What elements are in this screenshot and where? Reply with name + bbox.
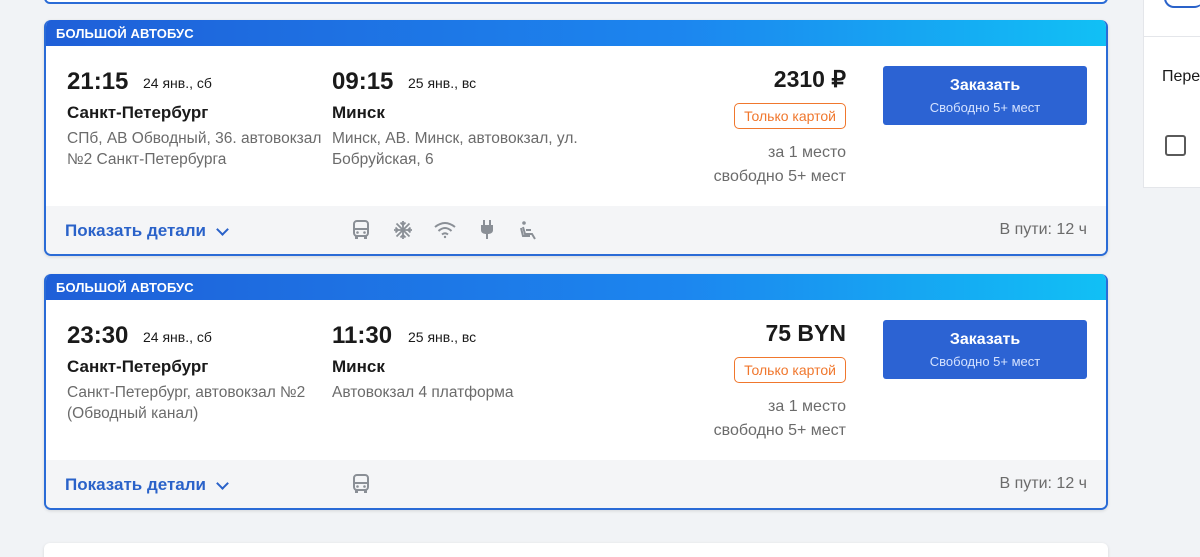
departure-time: 23:30 [67,322,129,349]
departure-address: СПб, АВ Обводный, 36. автовокзал №2 Санк… [67,130,322,168]
departure-city: Санкт-Петербург [67,103,209,122]
price: 2310 ₽ [773,66,846,92]
amenities-list [349,472,373,496]
show-details-label: Показать детали [65,475,207,494]
departure-time: 21:15 [67,68,129,95]
price: 75 BYN [765,320,846,346]
previous-trip-card [44,0,1108,4]
filter-divider [1144,36,1200,37]
departure-date: 24 янв., сб [143,329,212,345]
departure-city: Санкт-Петербург [67,357,209,376]
filter-label: Пере [1162,68,1200,85]
plug-icon [475,218,499,242]
show-details-link[interactable]: Показать детали [65,475,229,495]
filter-panel: Пере [1143,0,1200,188]
snowflake-icon [391,218,415,242]
trip-footer: Показать детали В пути: 12 ч [46,460,1106,508]
arrival-date: 25 янв., вс [408,75,477,91]
order-button-seats: Свободно 5+ мест [929,354,1041,369]
order-button-label: Заказать [949,77,1021,94]
trip-body: 23:30 24 янв., сб Санкт-Петербург Санкт-… [46,300,1106,460]
next-trip-card [44,543,1108,557]
arrival-address: Автовокзал 4 платформа [332,384,514,401]
wifi-icon [433,218,457,242]
per-seat-label: за 1 место [768,144,846,161]
bus-type-header: БОЛЬШОЙ АВТОБУС [46,274,1106,300]
order-button-label: Заказать [949,331,1021,348]
travel-time: В пути: 12 ч [999,221,1087,238]
trip-footer: Показать детали В пути: 12 ч [46,206,1106,254]
travel-time: В пути: 12 ч [999,475,1087,492]
departure-address: Санкт-Петербург, автовокзал №2 (Обводный… [67,384,306,422]
departure-date: 24 янв., сб [143,75,212,91]
bus-icon [349,218,373,242]
free-seats-label: свободно 5+ мест [713,168,846,185]
order-button[interactable]: Заказать Свободно 5+ мест [883,320,1087,379]
filter-checkbox[interactable] [1165,135,1186,156]
show-details-link[interactable]: Показать детали [65,221,229,241]
reclining-seat-icon [517,218,541,242]
bus-type-header: БОЛЬШОЙ АВТОБУС [46,20,1106,46]
card-only-badge: Только картой [734,357,846,383]
arrival-city: Минск [332,357,385,376]
arrival-time: 09:15 [332,68,394,95]
amenities-list [349,218,541,242]
chevron-down-icon [216,477,229,490]
trip-body: 21:15 24 янв., сб Санкт-Петербург СПб, А… [46,46,1106,206]
filter-pill-button[interactable] [1164,0,1200,8]
arrival-city: Минск [332,103,385,122]
order-button-seats: Свободно 5+ мест [929,100,1041,115]
free-seats-label: свободно 5+ мест [713,422,846,439]
chevron-down-icon [216,223,229,236]
show-details-label: Показать детали [65,221,207,240]
trip-card: БОЛЬШОЙ АВТОБУС 23:30 24 янв., сб Санкт-… [44,274,1108,510]
per-seat-label: за 1 место [768,398,846,415]
card-only-badge: Только картой [734,103,846,129]
trip-card: БОЛЬШОЙ АВТОБУС 21:15 24 янв., сб Санкт-… [44,20,1108,256]
order-button[interactable]: Заказать Свободно 5+ мест [883,66,1087,125]
arrival-time: 11:30 [332,322,393,349]
bus-icon [349,472,373,496]
arrival-date: 25 янв., вс [408,329,477,345]
arrival-address: Минск, АВ. Минск, автовокзал, ул. Бобруй… [332,130,578,168]
